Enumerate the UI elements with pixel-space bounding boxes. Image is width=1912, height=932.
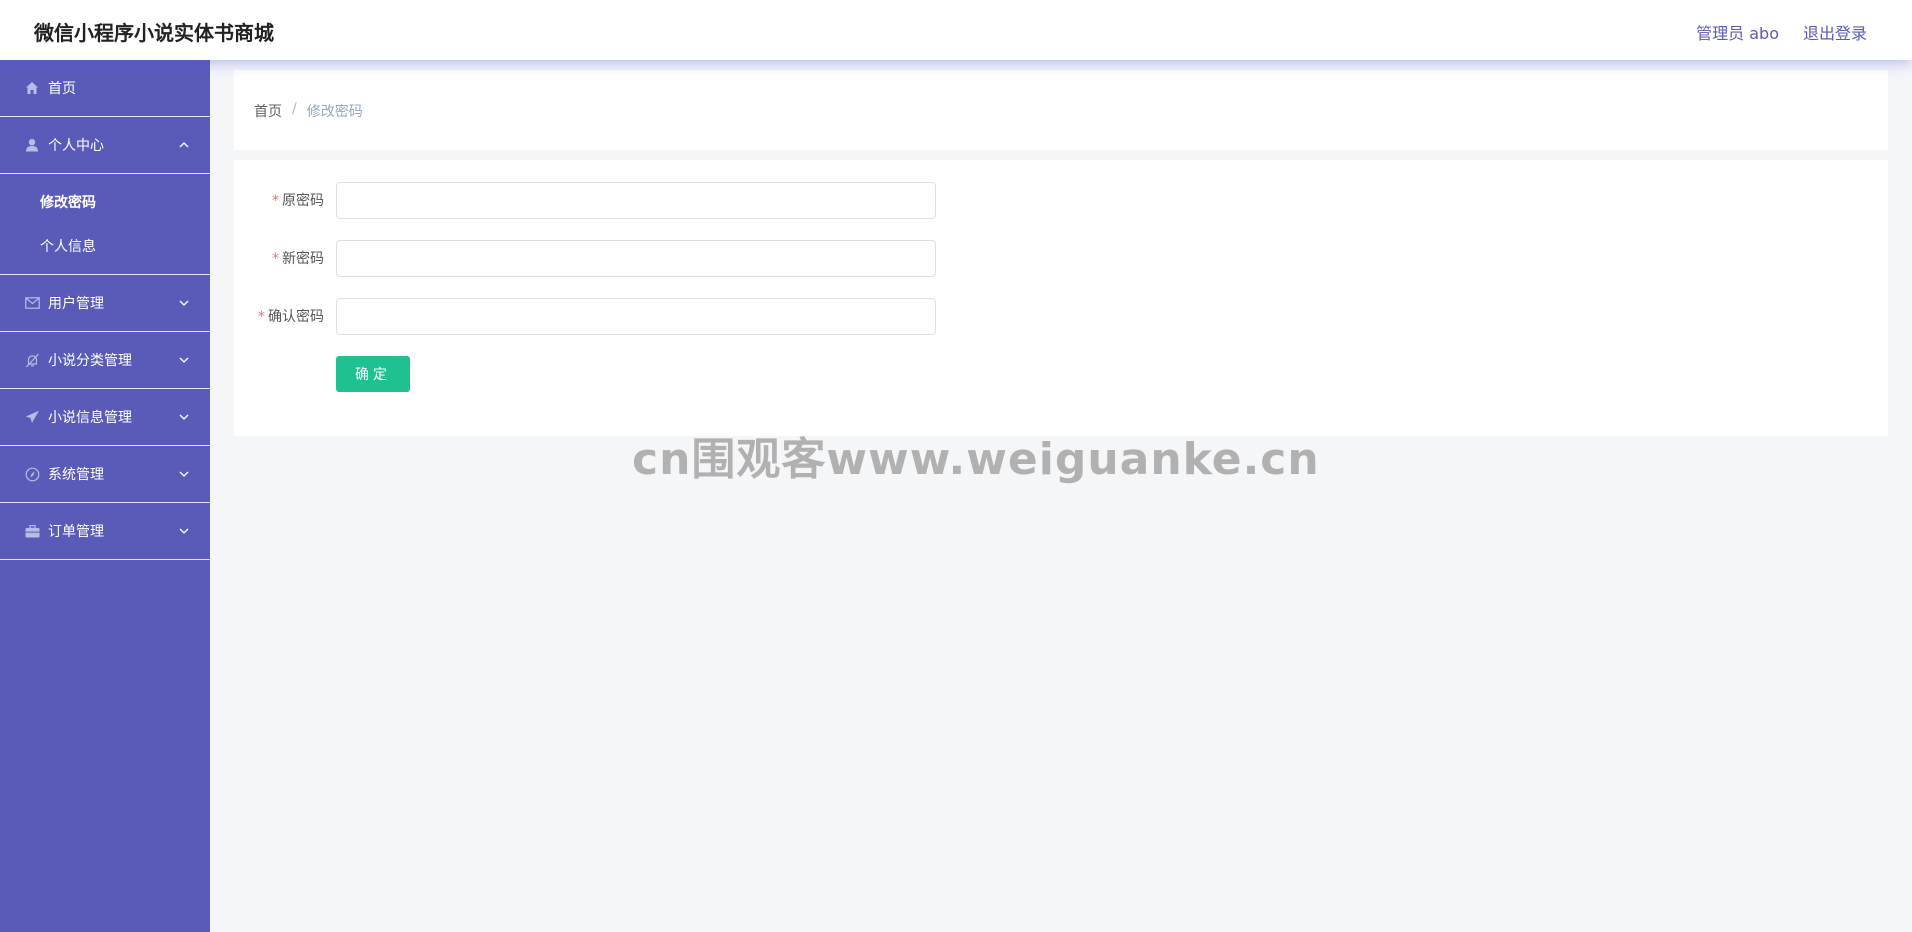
chevron-down-icon — [178, 468, 190, 480]
send-icon — [24, 409, 40, 425]
top-header: 微信小程序小说实体书商城 管理员 abo 退出登录 — [0, 0, 1912, 60]
sidebar-item-home[interactable]: 首页 — [0, 60, 210, 117]
chevron-down-icon — [178, 411, 190, 423]
sidebar-item-orders[interactable]: 订单管理 — [0, 503, 210, 560]
change-password-form: * 原密码 * 新密码 * 确认密码 确定 — [234, 160, 1888, 436]
mail-icon — [24, 295, 40, 311]
compass-icon — [24, 466, 40, 482]
submenu-personal-center: 修改密码 个人信息 — [0, 174, 210, 275]
sidebar-item-novel-category[interactable]: 小说分类管理 — [0, 332, 210, 389]
confirm-password-input[interactable] — [336, 298, 936, 335]
sidebar-item-label: 订单管理 — [48, 524, 104, 540]
required-mark: * — [272, 251, 279, 267]
sidebar-item-label: 小说分类管理 — [48, 353, 132, 369]
required-mark: * — [258, 309, 265, 325]
form-row-old-password: * 原密码 — [234, 182, 1234, 220]
chevron-down-icon — [178, 525, 190, 537]
chevron-down-icon — [178, 297, 190, 309]
sidebar-item-system[interactable]: 系统管理 — [0, 446, 210, 503]
sidebar-item-personal-center[interactable]: 个人中心 — [0, 117, 210, 174]
breadcrumb-current: 修改密码 — [306, 104, 363, 120]
required-mark: * — [272, 193, 279, 209]
app-title: 微信小程序小说实体书商城 — [34, 21, 274, 45]
chevron-down-icon — [178, 354, 190, 366]
new-password-input[interactable] — [336, 240, 936, 277]
user-icon — [24, 137, 40, 153]
bell-off-icon — [24, 352, 40, 368]
admin-user-link[interactable]: 管理员 abo — [1696, 20, 1779, 44]
confirm-button[interactable]: 确定 — [336, 356, 410, 392]
confirm-password-label-text: 确认密码 — [268, 309, 324, 325]
new-password-label: * 新密码 — [272, 240, 324, 278]
sidebar-item-label: 个人中心 — [48, 138, 104, 154]
confirm-password-label: * 确认密码 — [258, 298, 324, 336]
briefcase-icon — [24, 523, 40, 539]
sidebar-item-change-password[interactable]: 修改密码 — [0, 174, 210, 224]
sidebar-item-label: 用户管理 — [48, 296, 104, 312]
sidebar-item-personal-info[interactable]: 个人信息 — [0, 224, 210, 274]
breadcrumb-home-link[interactable]: 首页 — [254, 101, 282, 121]
chevron-up-icon — [178, 139, 190, 151]
breadcrumb: 首页 / 修改密码 — [254, 101, 363, 121]
form-row-confirm-password: * 确认密码 — [234, 298, 1234, 336]
sidebar-item-novel-info[interactable]: 小说信息管理 — [0, 389, 210, 446]
sidebar-item-label: 首页 — [48, 81, 76, 97]
old-password-label: * 原密码 — [272, 182, 324, 220]
old-password-label-text: 原密码 — [282, 193, 324, 209]
new-password-label-text: 新密码 — [282, 251, 324, 267]
home-icon — [24, 80, 40, 96]
sidebar-item-label: 小说信息管理 — [48, 410, 132, 426]
sidebar-item-user-management[interactable]: 用户管理 — [0, 275, 210, 332]
sidebar-item-label: 系统管理 — [48, 467, 104, 483]
old-password-input[interactable] — [336, 182, 936, 219]
breadcrumb-panel: 首页 / 修改密码 — [234, 70, 1888, 150]
form-row-new-password: * 新密码 — [234, 240, 1234, 278]
breadcrumb-separator: / — [292, 101, 297, 117]
logout-link[interactable]: 退出登录 — [1803, 20, 1867, 44]
sidebar-menu: 首页 个人中心 修改密码 个人信息 用户管理 小说分类管理 小说信息管理 系统管… — [0, 60, 210, 932]
header-actions: 管理员 abo 退出登录 — [1696, 20, 1867, 44]
